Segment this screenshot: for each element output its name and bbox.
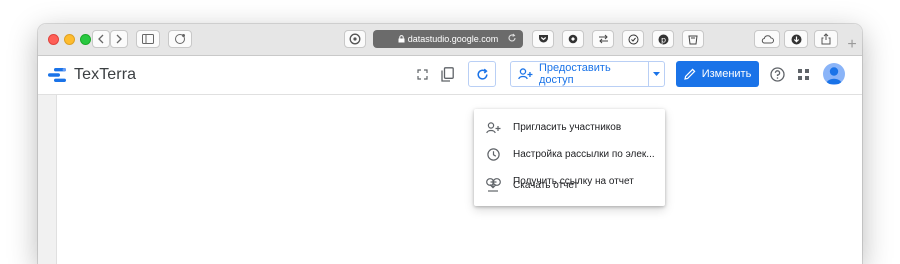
forward-button[interactable]	[110, 30, 128, 48]
refresh-data-button[interactable]	[468, 61, 496, 87]
download-circle-icon	[791, 34, 801, 44]
share-button-main[interactable]: Предоставить доступ	[511, 62, 649, 86]
extension-button-1[interactable]	[562, 30, 584, 48]
close-window-button[interactable]	[48, 34, 59, 45]
address-bar[interactable]: datastudio.google.com	[373, 30, 523, 48]
menu-item-email-schedule[interactable]: Настройка рассылки по элек...	[474, 141, 665, 168]
url-text: datastudio.google.com	[407, 34, 499, 44]
clock-icon	[485, 148, 501, 161]
back-button[interactable]	[92, 30, 110, 48]
pinterest-icon: p	[658, 34, 668, 44]
fullscreen-button[interactable]	[414, 66, 430, 82]
help-icon	[769, 66, 785, 82]
menu-item-label: Настройка рассылки по элек...	[513, 149, 655, 160]
sidebar-icon	[142, 34, 154, 44]
svg-text:p: p	[660, 35, 665, 44]
pinterest-button[interactable]: p	[652, 30, 674, 48]
icloud-button[interactable]	[754, 30, 780, 48]
refresh-icon	[476, 68, 488, 80]
privacy-report-icon	[175, 34, 185, 44]
browser-window: datastudio.google.com p + TexTerra Предо…	[38, 24, 862, 264]
share-button[interactable]: Предоставить доступ	[510, 61, 665, 87]
privacy-button[interactable]	[168, 30, 192, 48]
shield-icon	[568, 34, 578, 44]
reload-icon[interactable]	[507, 33, 517, 43]
extension-button-2[interactable]	[592, 30, 614, 48]
extension-button-4[interactable]	[682, 30, 704, 48]
person-add-icon	[485, 121, 501, 134]
browser-toolbar: datastudio.google.com p +	[38, 24, 862, 56]
menu-item-label: Скачать отчет	[513, 180, 579, 191]
grammar-icon	[628, 34, 638, 44]
copy-report-button[interactable]	[438, 65, 456, 83]
cloud-icon	[761, 34, 774, 43]
edit-button[interactable]: Изменить	[676, 61, 759, 87]
fullscreen-icon	[416, 68, 428, 80]
avatar[interactable]	[823, 63, 845, 85]
person-add-icon	[518, 68, 533, 80]
apps-grid-icon	[797, 68, 809, 80]
copy-icon	[440, 66, 454, 82]
share-button-label: Предоставить доступ	[538, 62, 611, 86]
pencil-icon	[683, 68, 696, 80]
report-title[interactable]: TexTerra	[74, 66, 136, 84]
share-dropdown-toggle[interactable]	[649, 62, 664, 86]
help-button[interactable]	[768, 65, 786, 83]
arrows-icon	[598, 34, 608, 44]
sidebar-button[interactable]	[136, 30, 160, 48]
minimize-window-button[interactable]	[64, 34, 75, 45]
chevron-right-icon	[116, 34, 122, 44]
menu-item-download[interactable]: Скачать отчет	[474, 172, 665, 199]
apps-button[interactable]	[795, 66, 811, 82]
menu-item-label: Пригласить участников	[513, 122, 622, 133]
gear-icon	[349, 33, 361, 45]
caret-down-icon	[653, 72, 660, 76]
download-icon	[485, 179, 501, 192]
report-canvas[interactable]	[56, 95, 862, 264]
share-page-button[interactable]	[814, 30, 838, 48]
lock-icon	[398, 35, 405, 43]
menu-item-invite[interactable]: Пригласить участников	[474, 114, 665, 141]
chevron-left-icon	[98, 34, 104, 44]
edit-button-label: Изменить	[701, 68, 752, 80]
settings-button[interactable]	[344, 30, 366, 48]
share-icon	[821, 33, 831, 45]
app-header: TexTerra Предоставить доступ Изменить	[38, 56, 862, 95]
downloads-button[interactable]	[784, 30, 808, 48]
extension-button-3[interactable]	[622, 30, 644, 48]
data-studio-logo-icon	[48, 68, 66, 82]
pocket-extension-button[interactable]	[532, 30, 554, 48]
pocket-icon	[538, 35, 548, 43]
zoom-window-button[interactable]	[80, 34, 91, 45]
bucket-icon	[688, 35, 698, 44]
new-tab-button[interactable]: +	[844, 36, 860, 54]
user-avatar-icon	[826, 67, 842, 84]
